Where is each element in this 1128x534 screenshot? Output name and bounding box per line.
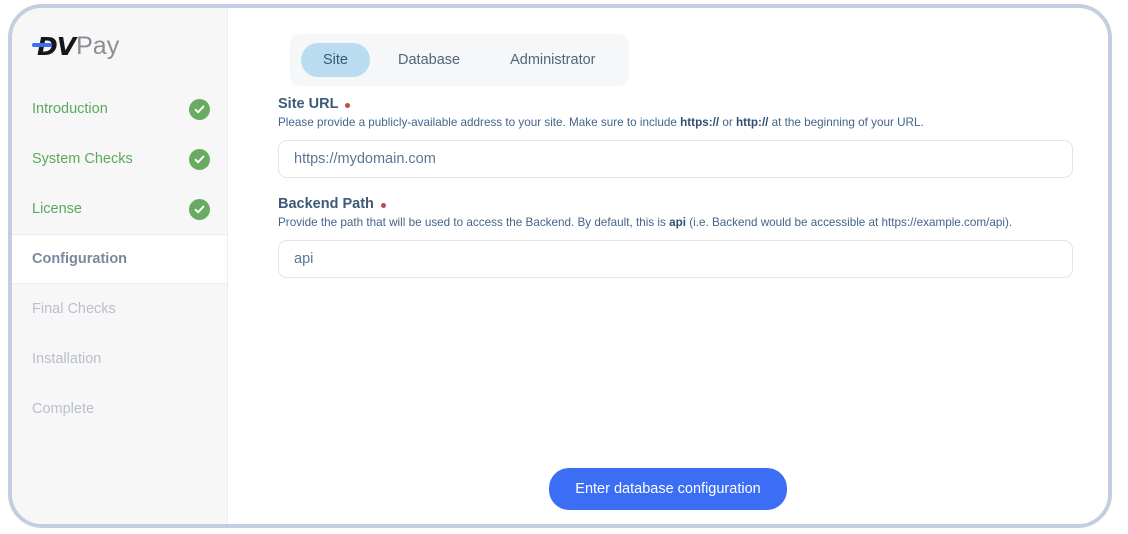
check-circle-icon bbox=[189, 149, 210, 170]
sidebar-item-label: Configuration bbox=[32, 251, 127, 267]
backend-path-field-group: Backend Path Provide the path that will … bbox=[278, 196, 1078, 278]
sidebar-item-final-checks[interactable]: Final Checks bbox=[12, 284, 227, 334]
help-segment: or bbox=[719, 116, 736, 129]
tab-database[interactable]: Database bbox=[376, 43, 482, 77]
help-segment: Please provide a publicly-available addr… bbox=[278, 116, 680, 129]
backend-path-input[interactable] bbox=[278, 240, 1073, 278]
dash-icon bbox=[32, 43, 52, 47]
sidebar-item-complete[interactable]: Complete bbox=[12, 384, 227, 434]
tab-administrator[interactable]: Administrator bbox=[488, 43, 617, 77]
sidebar-item-label: Final Checks bbox=[32, 301, 116, 317]
sidebar-item-configuration[interactable]: Configuration bbox=[12, 234, 227, 284]
help-segment: Provide the path that will be used to ac… bbox=[278, 216, 669, 229]
app-content-area: DV Pay Introduction System Checks bbox=[12, 8, 1108, 524]
site-url-input[interactable] bbox=[278, 140, 1073, 178]
sidebar-item-label: Introduction bbox=[32, 101, 108, 117]
sidebar-item-license[interactable]: License bbox=[12, 184, 227, 234]
installer-step-nav: Introduction System Checks License bbox=[12, 84, 227, 434]
help-segment: at the beginning of your URL. bbox=[768, 116, 923, 129]
sidebar-item-installation[interactable]: Installation bbox=[12, 334, 227, 384]
brand-logo: DV Pay bbox=[12, 8, 227, 84]
main-panel: Site Database Administrator Site URL Ple… bbox=[228, 8, 1108, 524]
help-emphasis: api bbox=[669, 216, 686, 229]
required-dot-icon bbox=[381, 203, 386, 208]
site-url-label-text: Site URL bbox=[278, 96, 338, 112]
tab-site[interactable]: Site bbox=[301, 43, 370, 77]
sidebar-item-system-checks[interactable]: System Checks bbox=[12, 134, 227, 184]
logo-secondary-text: Pay bbox=[76, 32, 119, 61]
check-circle-icon bbox=[189, 99, 210, 120]
help-segment: (i.e. Backend would be accessible at htt… bbox=[686, 216, 1012, 229]
sidebar-item-introduction[interactable]: Introduction bbox=[12, 84, 227, 134]
app-window: DV Pay Introduction System Checks bbox=[8, 4, 1112, 528]
sidebar-item-label: Complete bbox=[32, 401, 94, 417]
config-tab-bar: Site Database Administrator bbox=[290, 34, 629, 86]
help-emphasis: http:// bbox=[736, 116, 768, 129]
backend-path-help-text: Provide the path that will be used to ac… bbox=[278, 215, 1078, 231]
submit-row: Enter database configuration bbox=[228, 468, 1108, 510]
enter-database-configuration-button[interactable]: Enter database configuration bbox=[549, 468, 786, 510]
required-dot-icon bbox=[345, 103, 350, 108]
site-url-label: Site URL bbox=[278, 96, 1078, 112]
backend-path-label-text: Backend Path bbox=[278, 196, 374, 212]
sidebar-item-label: License bbox=[32, 201, 82, 217]
site-url-help-text: Please provide a publicly-available addr… bbox=[278, 115, 1078, 131]
sidebar-item-label: System Checks bbox=[32, 151, 133, 167]
sidebar-item-label: Installation bbox=[32, 351, 101, 367]
site-url-field-group: Site URL Please provide a publicly-avail… bbox=[278, 96, 1078, 178]
help-emphasis: https:// bbox=[680, 116, 719, 129]
backend-path-label: Backend Path bbox=[278, 196, 1078, 212]
sidebar: DV Pay Introduction System Checks bbox=[12, 8, 228, 524]
check-circle-icon bbox=[189, 199, 210, 220]
